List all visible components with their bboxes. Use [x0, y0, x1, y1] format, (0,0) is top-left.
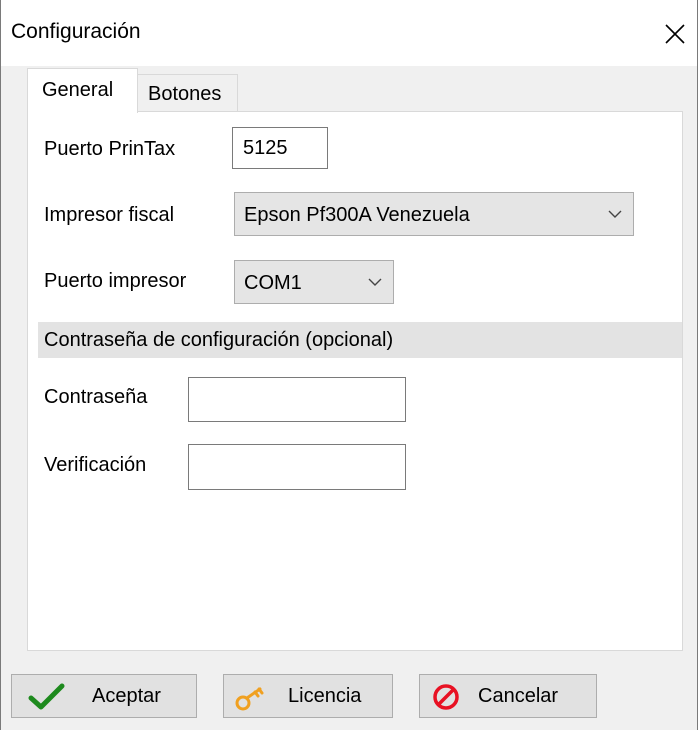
port-input[interactable] — [232, 127, 328, 169]
cancel-icon — [433, 684, 459, 710]
tab-botones[interactable]: Botones — [137, 74, 238, 111]
accept-button[interactable]: Aceptar — [11, 674, 197, 718]
printer-port-select[interactable]: COM1 — [234, 260, 394, 304]
cancel-button[interactable]: Cancelar — [419, 674, 597, 718]
checkmark-icon — [28, 683, 65, 710]
printer-select[interactable]: Epson Pf300A Venezuela — [234, 192, 634, 236]
password-label: Contraseña — [44, 386, 148, 408]
password-input[interactable] — [188, 377, 406, 422]
port-label: Puerto PrinTax — [44, 138, 176, 160]
printer-label: Impresor fiscal — [44, 204, 175, 226]
window-title: Configuración — [11, 20, 141, 43]
license-button-label: Licencia — [288, 685, 362, 707]
close-button[interactable] — [653, 12, 697, 56]
license-button[interactable]: Licencia — [223, 674, 393, 718]
tab-general-label: General — [42, 79, 114, 101]
accept-button-label: Aceptar — [92, 685, 161, 707]
config-dialog: Configuración General Botones Puerto Pri… — [0, 0, 698, 730]
verification-label: Verificación — [44, 454, 147, 476]
title-bar: Configuración — [1, 0, 697, 66]
close-icon — [665, 24, 685, 44]
verification-input[interactable] — [188, 444, 406, 490]
printer-select-value: Epson Pf300A Venezuela — [244, 204, 470, 226]
chevron-down-icon — [608, 210, 622, 218]
cancel-button-label: Cancelar — [478, 685, 559, 707]
chevron-down-icon — [368, 278, 382, 286]
password-section-title: Contraseña de configuración (opcional) — [44, 329, 394, 351]
password-section-header: Contraseña de configuración (opcional) — [38, 322, 682, 358]
tab-botones-label: Botones — [148, 83, 222, 105]
printer-port-label: Puerto impresor — [44, 270, 187, 292]
tab-general[interactable]: General — [27, 68, 138, 113]
printer-port-select-value: COM1 — [244, 272, 302, 294]
general-tab-panel: Puerto PrinTax Impresor fiscal Epson Pf3… — [27, 111, 683, 651]
key-icon — [235, 687, 264, 711]
